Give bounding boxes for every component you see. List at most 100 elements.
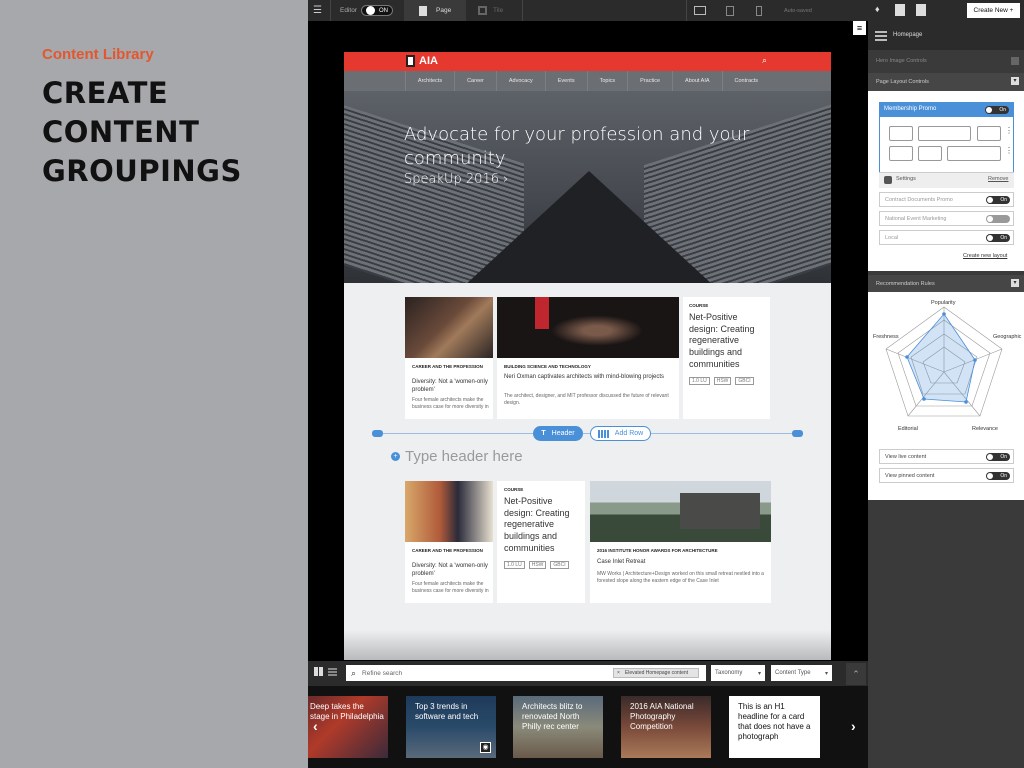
view-pinned-toggle[interactable]: On [986, 472, 1010, 480]
settings-icon[interactable] [884, 176, 892, 184]
recommendation-radar[interactable] [868, 292, 1024, 442]
add-header-button[interactable]: T Header [533, 426, 583, 441]
carousel-prev-icon[interactable]: ‹ [313, 718, 318, 734]
add-row-button[interactable]: Add Row [590, 426, 651, 441]
site-search-icon[interactable]: ⌕ [762, 55, 767, 66]
card-headline: Net-Positive design: Creating regenerati… [504, 496, 570, 553]
nav-events[interactable]: Events [544, 71, 587, 91]
grid-icon [875, 30, 887, 41]
nav-architects[interactable]: Architects [404, 71, 454, 91]
card-category: COURSE [504, 487, 524, 492]
view-live-toggle[interactable]: On [986, 453, 1010, 461]
card-diversity-2[interactable]: CAREER AND THE PROFESSION Diversity: Not… [405, 481, 493, 603]
tab-tile[interactable]: Tile [478, 0, 503, 21]
layout-slot[interactable] [977, 126, 1001, 141]
radar-label-popularity: Popularity [931, 300, 956, 306]
homepage-label[interactable]: Homepage [893, 32, 922, 38]
local-toggle[interactable]: On [986, 234, 1010, 242]
card-photo [497, 297, 679, 358]
page-layout-controls[interactable]: Page Layout Controls [868, 73, 1024, 91]
close-icon[interactable]: × [617, 670, 620, 676]
layout-slot[interactable] [889, 126, 913, 141]
membership-toggle[interactable]: On [985, 106, 1009, 114]
chevron-down-icon: ▾ [824, 670, 828, 677]
settings-link[interactable]: Settings [896, 176, 916, 182]
site-header: AIA ⌕ [344, 52, 831, 71]
site-logo[interactable]: AIA [419, 55, 438, 67]
hero-image: Advocate for your profession and your co… [344, 91, 831, 283]
row-divider [378, 433, 798, 434]
card-headline: Diversity: Not a 'women-only problem' [412, 379, 488, 394]
filter-chip[interactable]: × Elevated Homepage content [613, 668, 699, 678]
chevron-down-icon[interactable]: ▾ [1011, 77, 1019, 85]
layout-slot[interactable] [918, 146, 942, 161]
tab-page[interactable]: Page [404, 0, 466, 21]
card-case-inlet[interactable]: 2016 INSTITUTE HONOR AWARDS FOR ARCHITEC… [590, 481, 771, 603]
card-tags: 1.0 LU HSW GBCI [689, 377, 758, 385]
content-type-select[interactable]: Content Type ▾ [771, 665, 832, 681]
content-tile-3[interactable]: Architects blitz to renovated North Phil… [513, 696, 603, 758]
tablet-view-icon[interactable] [726, 0, 734, 21]
pin-icon[interactable]: ♦ [875, 4, 880, 14]
copy-icon[interactable] [895, 4, 905, 16]
nav-career[interactable]: Career [454, 71, 496, 91]
header-input[interactable]: Type header here [405, 448, 523, 465]
content-tile-2[interactable]: Top 3 trends in software and tech ◉ [406, 696, 496, 758]
nav-about[interactable]: About AIA [672, 71, 721, 91]
contract-toggle[interactable]: On [986, 196, 1010, 204]
remove-link[interactable]: Remove [988, 176, 1008, 182]
nav-contracts[interactable]: Contracts [721, 71, 771, 91]
editor-toggle[interactable]: ON [361, 0, 393, 21]
menu-icon[interactable]: ☰ [313, 0, 325, 21]
taxonomy-select[interactable]: Taxonomy ▾ [711, 665, 765, 681]
collapse-icon[interactable]: ⌃ [846, 663, 866, 685]
layout-slot[interactable] [947, 146, 1001, 161]
create-new-button[interactable]: Create New + [967, 3, 1020, 18]
site-preview: AIA ⌕ Architects Career Advocacy Events … [344, 52, 831, 660]
national-toggle[interactable] [986, 215, 1010, 223]
header-plus-icon[interactable]: + [391, 452, 400, 461]
row-left-handle[interactable] [372, 430, 383, 437]
hero-link[interactable]: SpeakUp 2016 › [404, 172, 508, 187]
autosave-status: Auto-saved [784, 7, 812, 14]
chevron-down-icon: ▾ [757, 670, 761, 677]
more-icon[interactable]: ⋮ [1005, 126, 1013, 135]
card-neri-oxman[interactable]: BUILDING SCIENCE AND TECHNOLOGY Neri Oxm… [497, 297, 679, 419]
editor-label: Editor [340, 7, 357, 14]
card-headline: Diversity: Not a 'women-only problem' [412, 563, 488, 578]
hero-image-controls[interactable]: Hero Image Controls [868, 54, 1024, 68]
radar-label-editorial: Editorial [898, 426, 918, 432]
hero-headline-1: Advocate for your profession and your [404, 124, 750, 145]
card-summary: Four female architects make the business… [412, 397, 489, 410]
grid-view-icon[interactable] [314, 667, 323, 676]
content-tile-4[interactable]: 2016 AIA National Photography Competitio… [621, 696, 711, 758]
recommendation-rules[interactable]: Recommendation Rules [868, 275, 1024, 292]
layers-icon[interactable]: ≡ [853, 21, 866, 35]
save-icon[interactable] [916, 4, 926, 16]
card-summary: Four female architects make the business… [412, 581, 489, 594]
search-icon: ⌕ [351, 667, 357, 678]
camera-icon[interactable]: ◉ [480, 742, 491, 753]
desktop-view-icon[interactable] [694, 0, 706, 21]
create-layout-link[interactable]: Create new layout [963, 253, 1007, 259]
row-right-handle[interactable] [792, 430, 803, 437]
card-course-1[interactable]: COURSE Net-Positive design: Creating reg… [683, 297, 770, 419]
layout-slot[interactable] [918, 126, 971, 141]
card-course-2[interactable]: COURSE Net-Positive design: Creating reg… [497, 481, 585, 603]
content-tile-1[interactable]: Deep takes the stage in Philadelphia [308, 696, 388, 758]
more-icon[interactable]: ⋮ [1005, 146, 1013, 155]
nav-topics[interactable]: Topics [586, 71, 628, 91]
layout-slot[interactable] [889, 146, 913, 161]
carousel-next-icon[interactable]: › [851, 718, 856, 734]
columns-icon [597, 429, 609, 438]
list-view-icon[interactable] [328, 667, 337, 676]
chevron-down-icon[interactable]: ▾ [1011, 279, 1019, 287]
expand-icon[interactable] [1011, 57, 1019, 65]
nav-advocacy[interactable]: Advocacy [495, 71, 545, 91]
card-diversity-1[interactable]: CAREER AND THE PROFESSION Diversity: Not… [405, 297, 493, 419]
tile-icon [478, 6, 487, 15]
mobile-view-icon[interactable] [756, 0, 762, 21]
radar-label-freshness: Freshness [873, 334, 899, 340]
content-tile-5[interactable]: This is an H1 headline for a card that d… [729, 696, 820, 758]
nav-practice[interactable]: Practice [627, 71, 672, 91]
